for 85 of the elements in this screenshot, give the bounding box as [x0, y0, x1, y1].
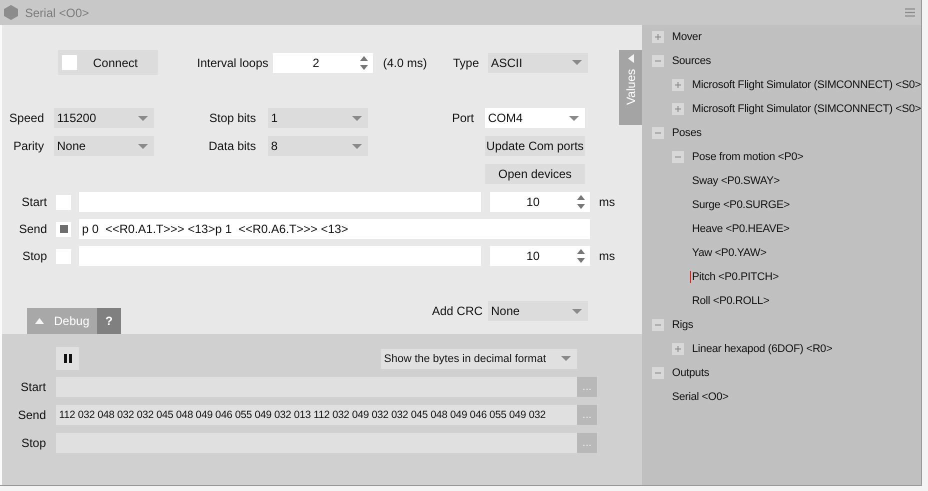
- tree-item[interactable]: Rigs: [670, 319, 694, 331]
- expand-button[interactable]: [652, 31, 664, 43]
- pause-button[interactable]: [56, 347, 79, 370]
- triangle-up-icon: [35, 318, 44, 324]
- field-label: Data bits: [208, 139, 256, 153]
- menu-icon[interactable]: [905, 8, 915, 17]
- spinner-arrows-icon[interactable]: [359, 54, 369, 70]
- dropdown[interactable]: None: [488, 301, 588, 321]
- field-label: Interval loops: [197, 56, 267, 70]
- triangle-left-icon: [628, 54, 634, 63]
- collapse-button[interactable]: [672, 151, 684, 163]
- collapse-button[interactable]: [652, 319, 664, 331]
- plus-icon: [674, 105, 682, 113]
- dropdown-caret-icon: [138, 144, 148, 148]
- hexagon-logo-icon: [4, 5, 18, 20]
- field-label: Port: [450, 111, 474, 125]
- tree-item[interactable]: Microsoft Flight Simulator (SIMCONNECT) <S0>: [690, 79, 921, 91]
- delay-spinner[interactable]: 10: [490, 192, 590, 212]
- expand-button[interactable]: [672, 343, 684, 355]
- tree-item[interactable]: Poses: [670, 127, 702, 139]
- interval-spinner[interactable]: 2: [273, 52, 373, 72]
- field-label: Parity: [12, 139, 44, 153]
- plus-icon: [674, 345, 682, 353]
- dropdown-caret-icon: [352, 144, 362, 148]
- tree-item[interactable]: Mover: [670, 31, 702, 43]
- format-dropdown[interactable]: Show the bytes in decimal format: [381, 348, 577, 368]
- collapse-button[interactable]: [652, 367, 664, 379]
- dropdown-caret-icon: [572, 308, 582, 314]
- dropdown-caret-icon: [561, 356, 571, 361]
- open-devices-button[interactable]: Open devices: [485, 164, 585, 184]
- dropdown[interactable]: 8: [268, 136, 368, 156]
- expand-button[interactable]: [672, 79, 684, 91]
- tree-item[interactable]: Heave <P0.HEAVE>: [690, 223, 790, 235]
- tree-item[interactable]: Surge <P0.SURGE>: [690, 199, 790, 211]
- interval-reading: (4.0 ms): [383, 56, 428, 70]
- dropdown[interactable]: None: [54, 136, 154, 156]
- tree-item[interactable]: Linear hexapod (6DOF) <R0>: [690, 343, 832, 355]
- help-button[interactable]: ?: [97, 308, 121, 334]
- byte-field[interactable]: [56, 377, 577, 397]
- pause-icon: [64, 354, 72, 363]
- field-label: Send: [16, 408, 46, 422]
- field-label: Speed: [8, 111, 44, 125]
- tree-item[interactable]: Outputs: [670, 367, 710, 379]
- delay-spinner[interactable]: 10: [490, 246, 590, 266]
- collapse-button[interactable]: [652, 127, 664, 139]
- tree-item[interactable]: Serial <O0>: [670, 391, 729, 403]
- update-ports-button[interactable]: Update Com ports: [485, 136, 585, 156]
- field-label: Add CRC: [432, 304, 480, 318]
- unit-label: ms: [599, 195, 615, 209]
- tree-item[interactable]: Roll <P0.ROLL>: [690, 295, 770, 307]
- unit-label: ms: [599, 249, 615, 263]
- field-label: Stop: [21, 249, 47, 263]
- window-title: Serial <O0>: [25, 6, 90, 20]
- dropdown-caret-icon: [138, 116, 148, 120]
- field-label: Stop bits: [208, 111, 256, 125]
- dropdown-caret-icon: [352, 116, 362, 120]
- checkbox[interactable]: [56, 222, 71, 236]
- connect-checkbox[interactable]: [62, 55, 77, 70]
- dropdown[interactable]: 115200: [54, 108, 154, 128]
- dropdown[interactable]: COM4: [485, 108, 585, 128]
- tree-item[interactable]: Pose from motion <P0>: [690, 151, 804, 163]
- byte-field[interactable]: [56, 433, 577, 453]
- field-label: Send: [18, 222, 47, 236]
- dropdown-caret-icon: [569, 116, 579, 120]
- spinner-arrows-icon[interactable]: [576, 248, 586, 264]
- connect-button[interactable]: Connect: [58, 50, 158, 75]
- tree-item[interactable]: Yaw <P0.YAW>: [690, 247, 766, 259]
- field-label: Start: [20, 380, 46, 394]
- tree-item[interactable]: Sources: [670, 55, 711, 67]
- byte-field[interactable]: 112 032 048 032 032 045 048 049 046 055 049 032 013 112 032 049 032 032 045 048 049 046 055 049 032: [56, 405, 577, 425]
- field-label: Type: [453, 56, 480, 70]
- tree-item[interactable]: Microsoft Flight Simulator (SIMCONNECT) <S0>: [690, 103, 921, 115]
- field-label: Stop: [20, 436, 46, 450]
- expand-button[interactable]: [672, 103, 684, 115]
- collapse-button[interactable]: [652, 55, 664, 67]
- dropdown[interactable]: 1: [268, 108, 368, 128]
- dropdown[interactable]: ASCII: [488, 52, 588, 72]
- plus-icon: [654, 33, 662, 41]
- plus-icon: [674, 81, 682, 89]
- command-field[interactable]: p 0 <<R0.A1.T>>> <13>p 1 <<R0.A6.T>>> <13>: [79, 219, 590, 239]
- tree-item[interactable]: Sway <P0.SWAY>: [690, 175, 780, 187]
- dropdown-caret-icon: [572, 60, 582, 65]
- tree-item[interactable]: Pitch <P0.PITCH>: [690, 271, 779, 283]
- field-label: Start: [20, 195, 47, 209]
- spinner-arrows-icon[interactable]: [576, 194, 586, 210]
